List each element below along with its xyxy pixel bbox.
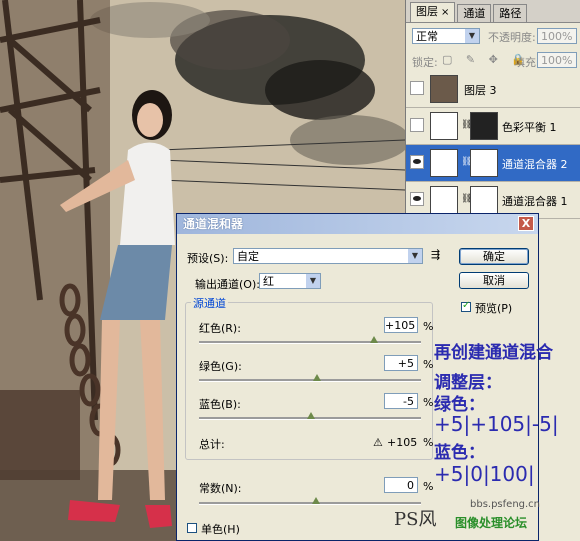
percent-sign: %: [423, 396, 434, 409]
watermark-forum: 图像处理论坛: [455, 516, 528, 530]
adjustment-icon: [430, 112, 458, 140]
blue-label: 蓝色(B):: [199, 398, 241, 411]
percent-sign: %: [423, 436, 434, 449]
dialog-titlebar[interactable]: 通道混和器 X: [177, 214, 538, 234]
preset-select[interactable]: 自定 ▼: [233, 248, 423, 264]
constant-value-input[interactable]: 0: [384, 477, 418, 493]
red-value-input[interactable]: +105: [384, 317, 418, 333]
blend-mode-value: 正常: [416, 30, 438, 43]
tab-paths-label: 路径: [499, 7, 522, 20]
output-channel-label: 输出通道(O):: [195, 278, 260, 291]
total-value: +105: [387, 436, 418, 449]
tab-layers-label: 图层: [416, 5, 438, 18]
eye-icon[interactable]: [410, 192, 424, 206]
close-button[interactable]: X: [518, 216, 534, 231]
constant-label: 常数(N):: [199, 482, 242, 495]
red-slider-track[interactable]: [199, 341, 421, 344]
fill-value: 100%: [541, 54, 573, 67]
output-channel-select[interactable]: 红 ▼: [259, 273, 321, 289]
percent-sign: %: [423, 480, 434, 493]
cancel-button[interactable]: 取消: [459, 272, 529, 289]
adjustment-icon: [430, 186, 458, 214]
adjustment-icon: [430, 149, 458, 177]
layer-row-channel-mixer-2[interactable]: ⛓ 通道混合器 2: [406, 145, 580, 182]
constant-slider-track[interactable]: [199, 502, 421, 505]
panel-tabs: 图层 × 通道 路径: [406, 0, 580, 23]
monochrome-checkbox[interactable]: [187, 523, 197, 533]
output-channel-value: 红: [263, 275, 274, 288]
chevron-down-icon: ▼: [408, 249, 422, 263]
opacity-input[interactable]: 100%: [537, 28, 577, 44]
percent-sign: %: [423, 320, 434, 333]
layer-thumbnail: [430, 75, 458, 103]
red-slider-thumb[interactable]: [370, 336, 378, 343]
preset-label: 预设(S):: [187, 252, 229, 265]
percent-sign: %: [423, 358, 434, 371]
annotation-line-6: +5|0|100|: [434, 462, 535, 486]
total-label: 总计:: [199, 438, 225, 451]
eye-icon[interactable]: [410, 81, 424, 95]
layer-name: 通道混合器 2: [502, 158, 568, 171]
fill-label: 填充:: [514, 56, 540, 69]
watermark-site: bbs.psfeng.cn: [470, 499, 541, 510]
green-slider-track[interactable]: [199, 379, 421, 382]
layer-row-layer3[interactable]: 图层 3: [406, 71, 580, 108]
source-channels-label: 源通道: [191, 295, 228, 311]
tab-layers[interactable]: 图层 ×: [410, 2, 456, 22]
watermark-logo: PS风: [394, 509, 437, 530]
preview-checkbox[interactable]: [461, 300, 471, 312]
mask-thumbnail: [470, 112, 498, 140]
dialog-title: 通道混和器: [183, 217, 244, 231]
opacity-value: 100%: [541, 30, 573, 43]
close-icon[interactable]: ×: [441, 7, 449, 18]
layer-name: 通道混合器 1: [502, 195, 568, 208]
chevron-down-icon: ▼: [465, 29, 479, 43]
tab-paths[interactable]: 路径: [493, 4, 528, 22]
annotation-line-1: 再创建通道混合: [434, 343, 553, 363]
annotation-line-5: 蓝色：: [434, 443, 485, 463]
constant-slider-thumb[interactable]: [312, 497, 320, 504]
preset-options-icon[interactable]: ⇶: [431, 248, 440, 261]
layer-name: 图层 3: [464, 84, 497, 97]
ok-button[interactable]: 确定: [459, 248, 529, 265]
lock-label: 锁定:: [412, 56, 438, 69]
red-label: 红色(R):: [199, 322, 241, 335]
annotation-line-4: +5|+105|-5|: [434, 412, 559, 436]
preview-label: 预览(P): [475, 302, 513, 315]
monochrome-label: 单色(H): [201, 523, 240, 536]
blend-mode-select[interactable]: 正常 ▼: [412, 28, 480, 44]
opacity-label: 不透明度:: [488, 31, 536, 44]
blue-slider-thumb[interactable]: [307, 412, 315, 419]
preset-value: 自定: [237, 250, 259, 263]
chevron-down-icon: ▼: [306, 274, 320, 288]
tab-channels[interactable]: 通道: [457, 4, 492, 22]
eye-icon[interactable]: [410, 155, 424, 169]
tab-channels-label: 通道: [463, 7, 486, 20]
green-value-input[interactable]: +5: [384, 355, 418, 371]
fill-input[interactable]: 100%: [537, 52, 577, 68]
green-label: 绿色(G):: [199, 360, 242, 373]
mask-thumbnail: [470, 149, 498, 177]
layer-row-color-balance[interactable]: ⛓ 色彩平衡 1: [406, 108, 580, 145]
eye-icon[interactable]: [410, 118, 424, 132]
green-slider-thumb[interactable]: [313, 374, 321, 381]
blue-value-input[interactable]: -5: [384, 393, 418, 409]
warning-icon: ⚠: [373, 436, 383, 449]
layer-name: 色彩平衡 1: [502, 121, 557, 134]
mask-thumbnail: [470, 186, 498, 214]
